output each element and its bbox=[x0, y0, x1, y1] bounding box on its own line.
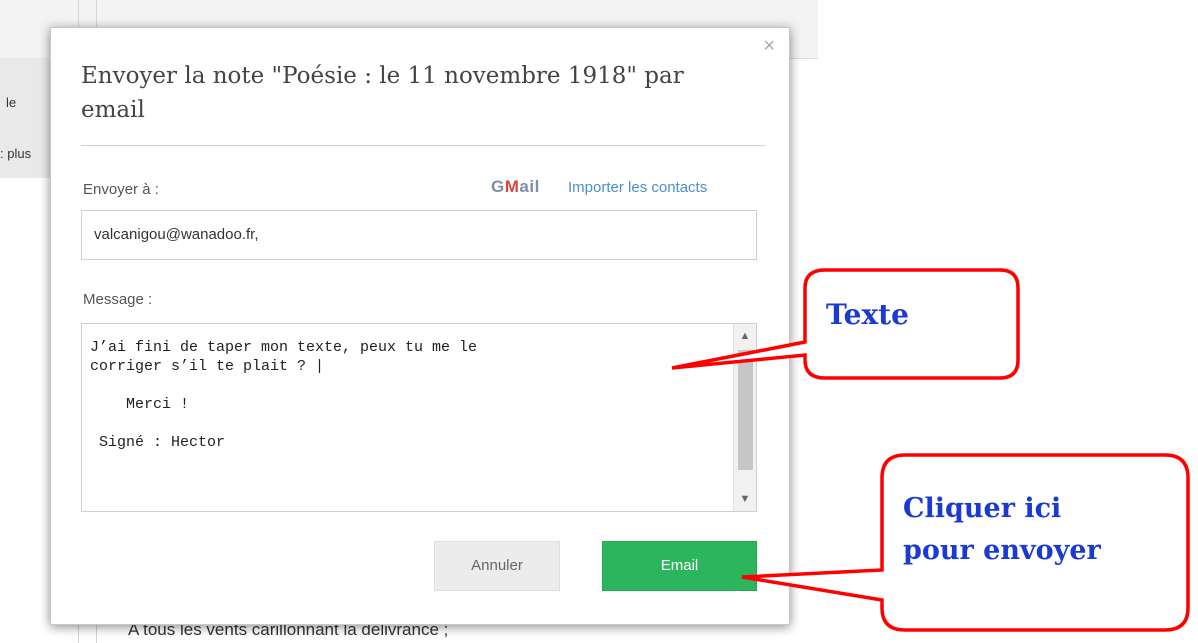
gmail-logo-icon: GMail bbox=[491, 177, 540, 196]
cancel-button[interactable]: Annuler bbox=[434, 541, 560, 591]
callout-line: pour envoyer bbox=[903, 535, 1101, 566]
close-icon[interactable]: × bbox=[763, 34, 775, 58]
email-note-dialog: × Envoyer la note "Poésie : le 11 novemb… bbox=[50, 27, 790, 625]
background-text-fragment: : plus bbox=[0, 146, 32, 161]
callout-label-envoyer: Cliquer ici pour envoyer bbox=[903, 488, 1163, 572]
callout-label-texte: Texte bbox=[826, 298, 909, 331]
callout-line: Cliquer ici bbox=[903, 493, 1062, 524]
dialog-title: Envoyer la note "Poésie : le 11 novembre… bbox=[81, 63, 684, 123]
send-email-button[interactable]: Email bbox=[602, 541, 757, 591]
scrollbar-thumb[interactable] bbox=[738, 350, 753, 470]
scroll-up-icon[interactable]: ▲ bbox=[734, 326, 756, 346]
recipient-label: Envoyer à : bbox=[83, 181, 159, 198]
message-label: Message : bbox=[83, 291, 153, 308]
scroll-down-icon[interactable]: ▼ bbox=[734, 489, 756, 509]
background-text-fragment: le bbox=[6, 95, 17, 110]
message-textarea[interactable]: J’ai fini de taper mon texte, peux tu me… bbox=[81, 323, 757, 512]
recipient-email-input[interactable]: valcanigou@wanadoo.fr, bbox=[81, 210, 757, 260]
message-scrollbar[interactable]: ▲ ▼ bbox=[733, 324, 756, 511]
message-text[interactable]: J’ai fini de taper mon texte, peux tu me… bbox=[82, 324, 732, 511]
divider bbox=[81, 145, 765, 146]
import-contacts-link[interactable]: Importer les contacts bbox=[568, 179, 707, 196]
